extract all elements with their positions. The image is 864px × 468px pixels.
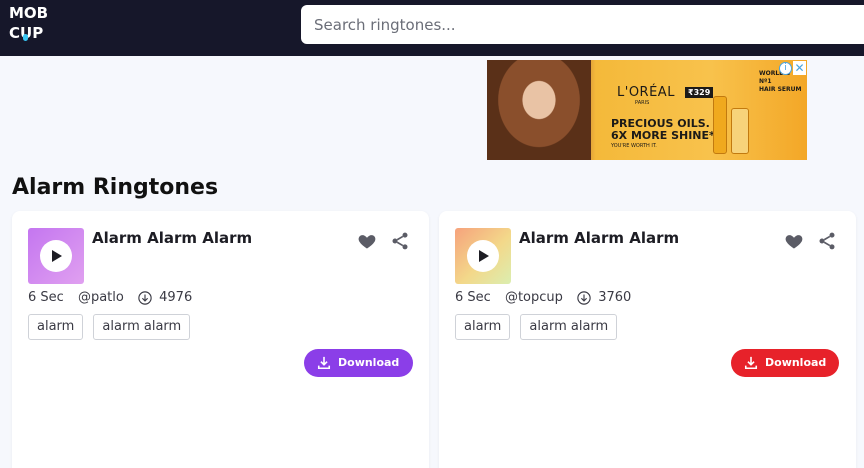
play-icon: [479, 250, 489, 262]
tag-button[interactable]: alarm: [28, 314, 84, 340]
top-navigation-bar: MOB CUP: [0, 0, 864, 56]
page-title: Alarm Ringtones: [12, 175, 219, 200]
ringtone-card: Alarm Alarm Alarm 6 Sec @topcup 3760 ala…: [439, 211, 856, 468]
ad-brand-sub: PARIS: [635, 100, 650, 106]
logo-text-line1: MOB: [9, 4, 49, 22]
ringtone-thumbnail: [455, 228, 511, 284]
advertisement-banner[interactable]: L'ORÉAL PARIS ₹329 PRECIOUS OILS. 6X MOR…: [487, 60, 807, 160]
download-count-icon: [138, 291, 152, 305]
ad-bottle-1: [713, 96, 727, 154]
duration-text: 6 Sec: [455, 290, 491, 305]
ad-close-icon[interactable]: ✕: [793, 61, 806, 75]
duration-text: 6 Sec: [28, 290, 64, 305]
share-icon[interactable]: [817, 231, 837, 251]
author-link[interactable]: @patlo: [78, 288, 124, 308]
mobcup-logo[interactable]: MOB CUP: [9, 4, 49, 46]
ad-bottle-2: [731, 108, 749, 154]
share-icon[interactable]: [390, 231, 410, 251]
heart-icon[interactable]: [784, 231, 804, 251]
download-icon: [744, 356, 758, 370]
play-icon: [52, 250, 62, 262]
logo-accent-dot: [23, 34, 28, 41]
ad-model-image: [487, 60, 591, 160]
ad-headline: PRECIOUS OILS. 6X MORE SHINE*: [611, 118, 715, 142]
search-input[interactable]: [301, 5, 864, 44]
ad-tagline: YOU'RE WORTH IT.: [611, 143, 657, 149]
tag-button[interactable]: alarm: [455, 314, 511, 340]
ad-product-image: [713, 90, 753, 154]
ringtone-title[interactable]: Alarm Alarm Alarm: [519, 228, 679, 248]
ad-claim-line2: Nº1: [759, 78, 772, 85]
ad-info-icon[interactable]: i: [779, 62, 792, 75]
tag-button[interactable]: alarm alarm: [520, 314, 618, 340]
ringtone-thumbnail: [28, 228, 84, 284]
download-count: 4976: [159, 290, 193, 305]
ad-brand: L'ORÉAL: [617, 85, 675, 100]
download-button[interactable]: Download: [304, 349, 413, 377]
download-count-icon: [577, 291, 591, 305]
ringtone-title[interactable]: Alarm Alarm Alarm: [92, 228, 252, 248]
download-label: Download: [338, 356, 400, 369]
download-count: 3760: [598, 290, 632, 305]
ad-price-badge: ₹329: [685, 87, 714, 98]
download-icon: [317, 356, 331, 370]
play-button[interactable]: [467, 240, 499, 272]
tag-button[interactable]: alarm alarm: [93, 314, 191, 340]
ringtone-meta: 6 Sec @patlo 4976: [28, 288, 192, 308]
ringtone-meta: 6 Sec @topcup 3760: [455, 288, 631, 308]
ad-claim-line3: HAIR SERUM: [759, 86, 802, 93]
ringtone-card: Alarm Alarm Alarm 6 Sec @patlo 4976 alar…: [12, 211, 429, 468]
author-link[interactable]: @topcup: [505, 288, 563, 308]
tag-list: alarm alarm alarm: [28, 314, 195, 340]
play-button[interactable]: [40, 240, 72, 272]
heart-icon[interactable]: [357, 231, 377, 251]
download-button[interactable]: Download: [731, 349, 839, 377]
download-label: Download: [765, 356, 827, 369]
ad-headline-line2: 6X MORE SHINE*: [611, 129, 715, 142]
tag-list: alarm alarm alarm: [455, 314, 622, 340]
